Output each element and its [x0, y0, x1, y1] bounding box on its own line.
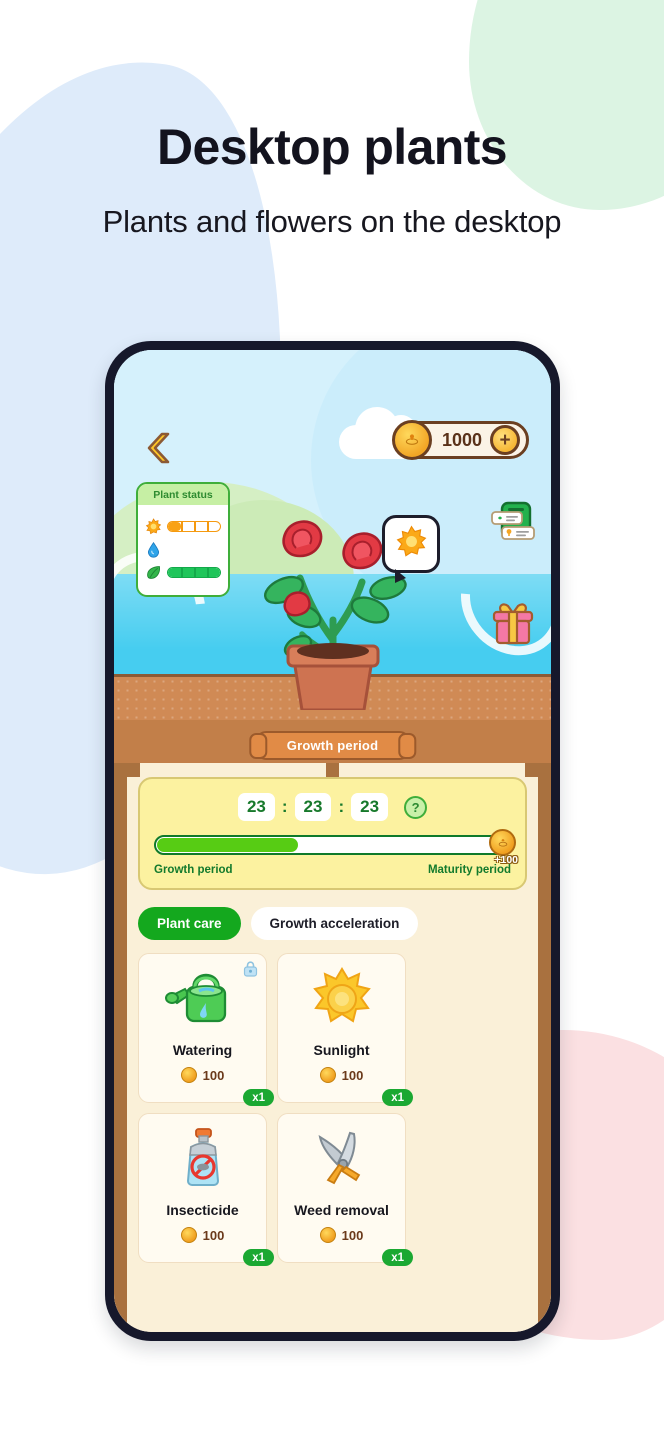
coin-amount: 1000 [441, 429, 482, 450]
countdown-timer: 23 : 23 : 23 ? [154, 793, 511, 821]
item-price-value: 100 [202, 1227, 225, 1243]
timer-minutes: 23 [294, 793, 332, 821]
progress-start-label: Growth period [154, 864, 233, 876]
status-row-sunlight [145, 518, 221, 535]
item-name: Sunlight [313, 1042, 370, 1058]
shelf-posts [127, 763, 538, 777]
shelf-post [525, 763, 538, 777]
game-scene: 1000 + Plant status Growth period [114, 350, 551, 763]
item-count-badge: x1 [382, 1249, 413, 1266]
plant-hint-bubble[interactable] [382, 515, 440, 583]
growth-progress-fill [157, 838, 299, 852]
screenshot-root: Desktop plants Plants and flowers on the… [0, 0, 664, 1440]
status-row-nutrition [145, 564, 221, 581]
item-name: Insecticide [166, 1202, 239, 1218]
growth-timer-card: 23 : 23 : 23 ? +100 Growth period Maturi… [138, 777, 527, 890]
item-count-badge: x1 [243, 1249, 274, 1266]
leaf-icon [145, 564, 162, 581]
tasks-board-icon[interactable] [489, 498, 537, 546]
rose-plant-icon[interactable] [238, 470, 428, 715]
item-card-watering[interactable]: x1 Watering 100 [138, 953, 274, 1106]
item-card-weed-removal[interactable]: x1 Weed removal 100 [277, 1113, 413, 1266]
progress-labels: Growth period Maturity period [154, 864, 511, 876]
item-price: 100 [319, 1227, 364, 1243]
status-row-water [145, 541, 221, 558]
tab-growth-acceleration[interactable]: Growth acceleration [250, 907, 419, 940]
spray-bottle-icon [165, 1127, 241, 1189]
shears-icon [304, 1127, 380, 1189]
item-price: 100 [319, 1067, 364, 1083]
plant-status-body [138, 505, 228, 595]
coin-icon [319, 1227, 336, 1243]
watering-can-icon [164, 967, 241, 1029]
item-card-sunlight[interactable]: x1 Sunlight 100 [277, 953, 413, 1106]
phone-screen: 1000 + Plant status Growth period 23: 2… [114, 350, 551, 1332]
sunlight-meter [167, 521, 221, 532]
timer-separator: : [281, 797, 288, 816]
item-grid: x1 Watering 100 x1 Sunlight 100 x1 Insec… [138, 953, 527, 1266]
sun-icon [395, 525, 428, 563]
timer-separator: : [338, 797, 345, 816]
item-price-value: 100 [341, 1227, 364, 1243]
growth-reward-label: +100 [494, 854, 518, 866]
item-name: Watering [172, 1042, 233, 1058]
growth-progress-bar: +100 [154, 829, 518, 866]
item-count-badge: x1 [243, 1089, 274, 1106]
phone-mockup: 1000 + Plant status Growth period 23: 2… [105, 341, 560, 1341]
tab-plant-care[interactable]: Plant care [138, 907, 241, 940]
header: Desktop plants Plants and flowers on the… [0, 0, 664, 240]
growth-period-sign: Growth period [254, 731, 411, 760]
page-title: Desktop plants [157, 119, 508, 175]
help-button[interactable]: ? [404, 795, 428, 819]
timer-seconds: 23 [351, 793, 389, 821]
coin-icon [319, 1067, 336, 1083]
item-name: Weed removal [294, 1202, 389, 1218]
coin-icon [180, 1067, 197, 1083]
shelf-post [326, 763, 339, 777]
lock-icon [243, 961, 258, 977]
panel-content: 23 : 23 : 23 ? +100 Growth period Maturi… [114, 763, 551, 1332]
plant-status-title: Plant status [138, 484, 228, 505]
coin-icon [391, 420, 432, 460]
item-price: 100 [180, 1227, 225, 1243]
gift-box-icon[interactable] [489, 600, 537, 646]
water-drop-icon [145, 541, 162, 558]
back-arrow-icon[interactable] [146, 431, 172, 465]
item-price-value: 100 [341, 1067, 364, 1083]
item-price-value: 100 [202, 1067, 225, 1083]
currency-bar[interactable]: 1000 + [391, 420, 529, 460]
sun-icon [145, 518, 162, 535]
add-coins-button[interactable]: + [490, 425, 520, 455]
sun-icon [304, 967, 380, 1029]
page-subtitle: Plants and flowers on the desktop [102, 204, 562, 239]
item-card-insecticide[interactable]: x1 Insecticide 100 [138, 1113, 274, 1266]
item-price: 100 [180, 1067, 225, 1083]
shelf-post [127, 763, 140, 777]
plant-status-card: Plant status [136, 482, 230, 597]
coin-icon [489, 829, 516, 856]
nutrition-meter [167, 567, 221, 578]
item-count-badge: x1 [382, 1089, 413, 1106]
coin-icon [180, 1227, 197, 1243]
timer-hours: 23 [237, 793, 275, 821]
shop-tabs: Plant care Growth acceleration [138, 907, 527, 940]
